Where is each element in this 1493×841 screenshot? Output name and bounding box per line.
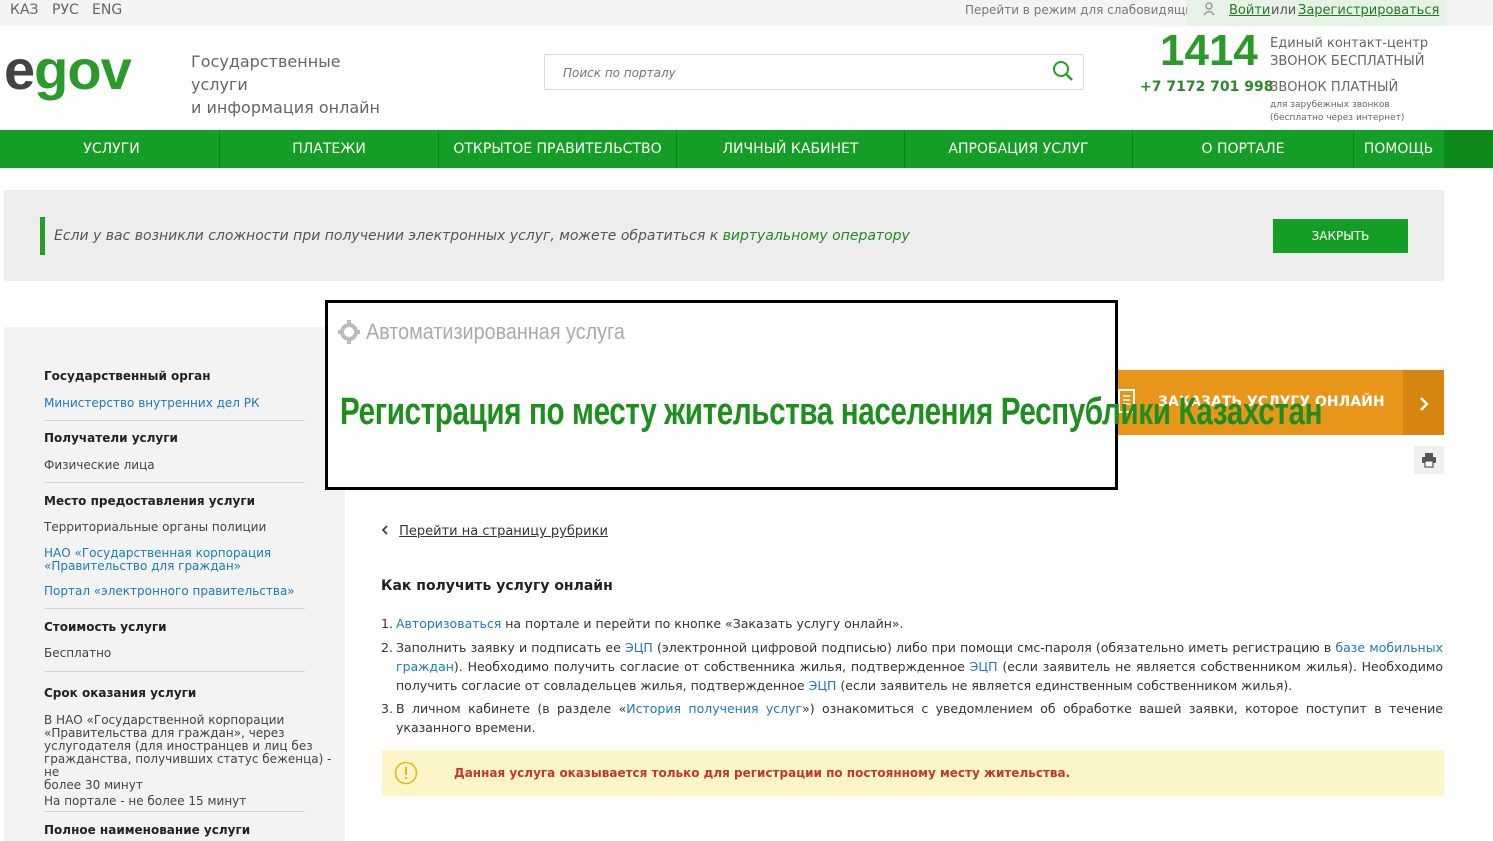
divider (44, 482, 305, 483)
place-gov-corp-link[interactable]: НАО «Государственная корпорация «Правите… (44, 547, 271, 573)
nav-open-government[interactable]: ОТКРЫТОЕ ПРАВИТЕЛЬСТВО (439, 130, 677, 168)
nav-help[interactable]: ПОМОЩЬ (1354, 130, 1443, 168)
login-link[interactable]: Войти (1229, 3, 1270, 18)
how-to-get-title: Как получить услугу онлайн (381, 578, 613, 594)
term-title: Срок оказания услуги (44, 686, 197, 700)
nav-edge (1444, 130, 1493, 168)
ecp-link[interactable]: ЭЦП (970, 659, 998, 674)
help-notice: Если у вас возникли сложности при получе… (4, 190, 1444, 281)
nav-services[interactable]: УСЛУГИ (4, 130, 220, 168)
close-notice-button[interactable]: ЗАКРЫТЬ (1273, 219, 1408, 253)
paid-call-label: ЗВОНОК ПЛАТНЫЙ (1270, 80, 1399, 95)
printer-icon (1421, 452, 1437, 472)
notice-accent-bar (40, 217, 45, 255)
step-3: 3. В личном кабинете (в разделе «История… (381, 701, 1443, 735)
site-tagline: Государственные услуги и информация онла… (191, 52, 380, 117)
ecp-link[interactable]: ЭЦП (625, 640, 653, 655)
chevron-right-icon (1403, 370, 1444, 435)
cost-value: Бесплатно (44, 646, 112, 660)
nav-about-portal[interactable]: О ПОРТАЛЕ (1133, 130, 1354, 168)
warning-box: Данная услуга оказывается только для рег… (382, 750, 1444, 796)
lang-rus[interactable]: РУС (52, 2, 79, 18)
fullname-title: Полное наименование услуги (44, 823, 251, 837)
main-nav: УСЛУГИ ПЛАТЕЖИ ОТКРЫТОЕ ПРАВИТЕЛЬСТВО ЛИ… (0, 130, 1493, 168)
service-info-sidebar: Государственный орган Министерство внутр… (4, 327, 345, 841)
info-icon (394, 761, 418, 789)
print-button[interactable] (1414, 446, 1444, 474)
virtual-operator-link[interactable]: виртуальному оператору (723, 228, 910, 244)
gear-icon (338, 317, 360, 351)
divider (44, 811, 305, 812)
step-1: 1. Авторизоваться на портале и перейти п… (381, 616, 904, 631)
divider (44, 608, 305, 609)
step-2: 2. Заполнить заявку и подписать ее ЭЦП (… (381, 640, 1443, 693)
chevron-left-icon (381, 524, 393, 539)
divider (44, 671, 305, 672)
nav-personal-cabinet[interactable]: ЛИЧНЫЙ КАБИНЕТ (677, 130, 905, 168)
nav-service-testing[interactable]: АПРОБАЦИЯ УСЛУГ (905, 130, 1133, 168)
gov-body-title: Государственный орган (44, 369, 211, 383)
register-link[interactable]: Зарегистрироваться (1298, 3, 1439, 18)
place-portal-link[interactable]: Портал «электронного правительства» (44, 585, 295, 598)
hotline-number: 1414 (1160, 26, 1258, 75)
service-title: Регистрация по месту жительства населени… (340, 391, 1323, 433)
cost-title: Стоимость услуги (44, 620, 167, 634)
auth-box: Войти или Зарегистрироваться (1187, 0, 1447, 26)
place-police: Территориальные органы полиции (44, 520, 267, 534)
ecp-link[interactable]: ЭЦП (809, 678, 837, 693)
search-icon[interactable] (1051, 59, 1075, 87)
paid-phone-number: +7 7172 701 998 (1140, 79, 1274, 95)
gov-body-link[interactable]: Министерство внутренних дел РК (44, 397, 260, 410)
search-box (544, 54, 1084, 90)
foreign-call-note: для зарубежных звонков (бесплатно через … (1270, 100, 1405, 123)
user-icon (1203, 2, 1215, 20)
search-input[interactable] (561, 61, 1025, 85)
service-history-link[interactable]: История получения услуг (626, 701, 802, 716)
or-text: или (1271, 3, 1297, 18)
back-to-category-link[interactable]: Перейти на страницу рубрики (381, 524, 608, 539)
vision-mode-link[interactable]: Перейти в режим для слабовидящих (965, 3, 1200, 17)
automated-service-label: Автоматизированная услуга (366, 319, 625, 344)
lang-eng[interactable]: ENG (92, 2, 122, 18)
service-title-box: Автоматизированная услуга Регистрация по… (325, 300, 1323, 490)
divider (44, 420, 305, 421)
lang-kaz[interactable]: КАЗ (10, 2, 39, 18)
notice-text: Если у вас возникли сложности при получе… (54, 228, 910, 244)
egov-logo[interactable]: egov (4, 40, 132, 100)
nav-payments[interactable]: ПЛАТЕЖИ (220, 130, 439, 168)
place-title: Место предоставления услуги (44, 494, 256, 508)
recipients-value: Физические лица (44, 458, 155, 472)
term-value: В НАО «Государственной корпорации «Прави… (44, 713, 332, 808)
warning-text: Данная услуга оказывается только для рег… (454, 766, 1071, 780)
recipients-title: Получатели услуги (44, 431, 178, 445)
contact-center-info: Единый контакт-центр ЗВОНОК БЕСПЛАТНЫЙ (1270, 36, 1429, 69)
authorize-link[interactable]: Авторизоваться (396, 616, 501, 631)
